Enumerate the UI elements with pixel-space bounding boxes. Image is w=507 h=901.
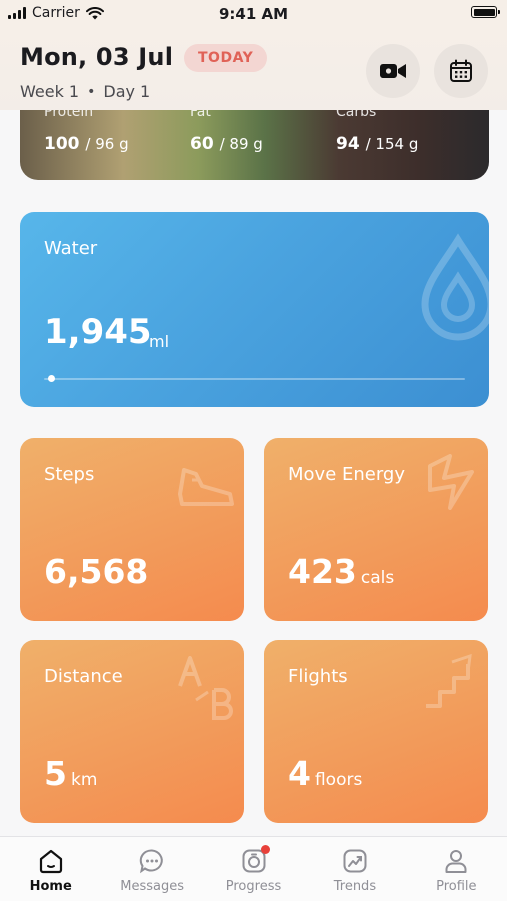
tab-progress-label: Progress xyxy=(225,879,282,894)
water-title: Water xyxy=(44,238,98,259)
tab-home-label: Home xyxy=(29,879,72,894)
macro-label: Carbs xyxy=(336,110,377,120)
notification-dot xyxy=(260,845,270,854)
chat-bubble-icon xyxy=(139,849,163,874)
move-energy-card[interactable]: Move Energy 423 cals xyxy=(264,438,488,621)
lightning-icon xyxy=(428,454,474,510)
macro-label: Fat xyxy=(190,110,211,120)
flights-value: 4 floors xyxy=(288,754,363,793)
home-icon xyxy=(39,849,62,874)
flights-card[interactable]: Flights 4 floors xyxy=(264,640,488,823)
stairs-icon xyxy=(426,653,472,708)
calendar-icon xyxy=(450,59,472,82)
tab-messages-label: Messages xyxy=(120,879,184,894)
macro-value: 60 / 89 g xyxy=(190,134,263,154)
macro-value: 100 / 96 g xyxy=(44,134,129,154)
status-bar: Carrier 9:41 AM xyxy=(0,0,507,28)
week-label: Week 1 xyxy=(20,82,80,101)
week-day-label: Week 1 • Day 1 xyxy=(20,82,150,101)
today-badge[interactable]: TODAY xyxy=(184,44,268,72)
tab-messages[interactable]: Messages xyxy=(101,837,202,901)
tab-progress[interactable]: Progress xyxy=(203,837,304,901)
water-progress-knob[interactable] xyxy=(48,375,56,382)
distance-card[interactable]: Distance 5 km xyxy=(20,640,244,823)
water-card[interactable]: Water 1,945 ml xyxy=(20,212,489,407)
calendar-button[interactable] xyxy=(434,44,488,98)
tab-trends-label: Trends xyxy=(333,879,377,894)
page-title: Mon, 03 Jul xyxy=(20,43,174,71)
macros-card[interactable]: Protein 100 / 96 g Fat 60 / 89 g Carbs 9… xyxy=(20,110,489,180)
water-drop-icon xyxy=(421,233,489,341)
day-label: Day 1 xyxy=(103,82,151,101)
tab-profile[interactable]: Profile xyxy=(406,837,507,901)
battery-icon xyxy=(471,6,500,18)
macro-label: Protein xyxy=(44,110,94,120)
steps-card[interactable]: Steps 6,568 xyxy=(20,438,244,621)
flights-title: Flights xyxy=(288,666,348,687)
status-time: 9:41 AM xyxy=(218,5,289,23)
move-energy-title: Move Energy xyxy=(288,464,406,485)
water-unit: ml xyxy=(149,332,170,351)
tab-profile-label: Profile xyxy=(436,879,477,894)
a-to-b-icon xyxy=(178,656,233,720)
tab-bar: Home Messages Progress Trends Profile xyxy=(0,836,507,901)
day-header: Mon, 03 Jul TODAY Week 1 • Day 1 xyxy=(0,28,507,110)
water-amount: 1,945 xyxy=(44,312,152,352)
move-energy-value: 423 cals xyxy=(288,552,395,591)
distance-title: Distance xyxy=(44,666,123,687)
separator-dot: • xyxy=(87,83,96,100)
video-camera-icon xyxy=(380,64,406,78)
water-progress-track xyxy=(44,378,465,380)
person-icon xyxy=(445,850,467,873)
distance-value: 5 km xyxy=(44,754,98,793)
tab-trends[interactable]: Trends xyxy=(304,837,405,901)
trend-chart-icon xyxy=(343,849,367,873)
steps-value: 6,568 xyxy=(44,552,149,591)
steps-title: Steps xyxy=(44,464,95,485)
video-call-button[interactable] xyxy=(366,44,420,98)
macro-value: 94 / 154 g xyxy=(336,134,419,154)
tab-home[interactable]: Home xyxy=(0,837,101,901)
shoe-icon xyxy=(178,468,234,506)
